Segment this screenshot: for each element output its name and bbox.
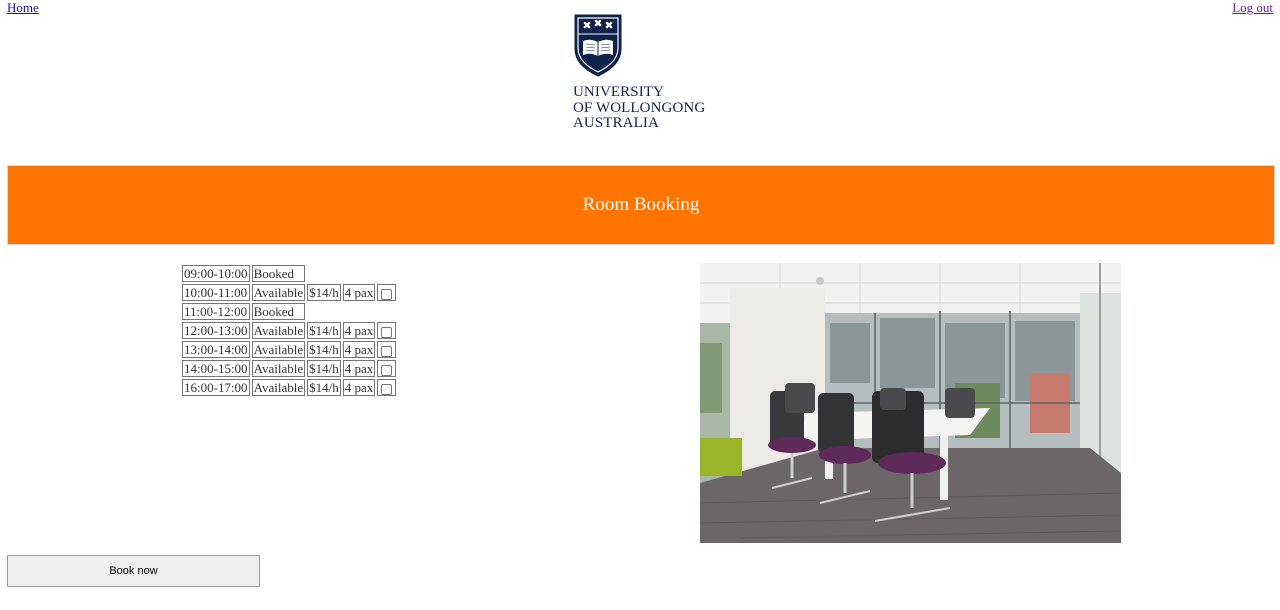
slot-status: Available: [251, 284, 306, 301]
slot-capacity: 4 pax: [342, 322, 376, 339]
time-slot-row: 09:00-10:00 Booked: [182, 265, 396, 282]
meeting-room-image: [700, 263, 1121, 543]
slot-time: 10:00-11:00: [182, 284, 250, 301]
slot-capacity: 4 pax: [342, 360, 376, 377]
slot-time: 09:00-10:00: [182, 265, 250, 282]
slot-select-cell: [377, 284, 397, 301]
time-slot-row: 16:00-17:00 Available $14/h 4 pax: [182, 379, 397, 396]
slot-capacity: 4 pax: [342, 284, 376, 301]
slot-status: Available: [251, 379, 306, 396]
time-slot-row: 10:00-11:00 Available $14/h 4 pax: [182, 284, 397, 301]
logo-line-1: UNIVERSITY: [573, 84, 664, 100]
university-logo: UNIVERSITY OF WOLLONGONG AUSTRALIA: [573, 13, 723, 133]
slot-time: 11:00-12:00: [182, 303, 250, 320]
time-slot-row: 13:00-14:00 Available $14/h 4 pax: [182, 341, 397, 358]
slot-price: $14/h: [307, 341, 341, 358]
home-link[interactable]: Home: [7, 0, 39, 16]
slot-status: Booked: [251, 303, 306, 320]
time-slot-row: 11:00-12:00 Booked: [182, 303, 396, 320]
slot-select-checkbox[interactable]: [381, 326, 393, 338]
time-slot-table: 09:00-10:00 Booked 10:00-11:00 Available $14…: [180, 263, 398, 398]
time-slot-row: 14:00-15:00 Available $14/h 4 pax: [182, 360, 397, 377]
slot-price: $14/h: [307, 360, 341, 377]
slot-select-cell: [377, 341, 397, 358]
page-banner: Room Booking: [7, 165, 1275, 245]
room-photo: [700, 263, 1121, 543]
slot-price: $14/h: [307, 379, 341, 396]
logo-line-2: OF WOLLONGONG: [573, 99, 706, 116]
slot-capacity: 4 pax: [342, 341, 376, 358]
slot-capacity: 4 pax: [342, 379, 376, 396]
slot-status: Available: [251, 360, 306, 377]
slot-status: Available: [251, 322, 306, 339]
slot-time: 13:00-14:00: [182, 341, 250, 358]
slot-select-checkbox[interactable]: [381, 364, 393, 376]
slot-price: $14/h: [307, 322, 341, 339]
slot-select-cell: [377, 379, 397, 396]
slot-select-checkbox[interactable]: [381, 383, 393, 395]
book-now-button[interactable]: Book now: [7, 555, 260, 587]
logout-link[interactable]: Log out: [1232, 0, 1273, 16]
slot-status: Available: [251, 341, 306, 358]
crest-icon: [574, 14, 622, 77]
slot-price: $14/h: [307, 284, 341, 301]
slot-time: 16:00-17:00: [182, 379, 250, 396]
slot-select-cell: [377, 360, 397, 377]
page-title: Room Booking: [582, 194, 700, 215]
slot-time: 14:00-15:00: [182, 360, 250, 377]
slot-select-checkbox[interactable]: [381, 288, 393, 300]
slot-select-cell: [377, 322, 397, 339]
time-slot-row: 12:00-13:00 Available $14/h 4 pax: [182, 322, 397, 339]
slot-status: Booked: [251, 265, 306, 282]
logo-line-3: AUSTRALIA: [573, 115, 659, 131]
slot-time: 12:00-13:00: [182, 322, 250, 339]
slot-select-checkbox[interactable]: [381, 345, 393, 357]
logo-wordmark: UNIVERSITY OF WOLLONGONG AUSTRALIA: [573, 84, 706, 132]
